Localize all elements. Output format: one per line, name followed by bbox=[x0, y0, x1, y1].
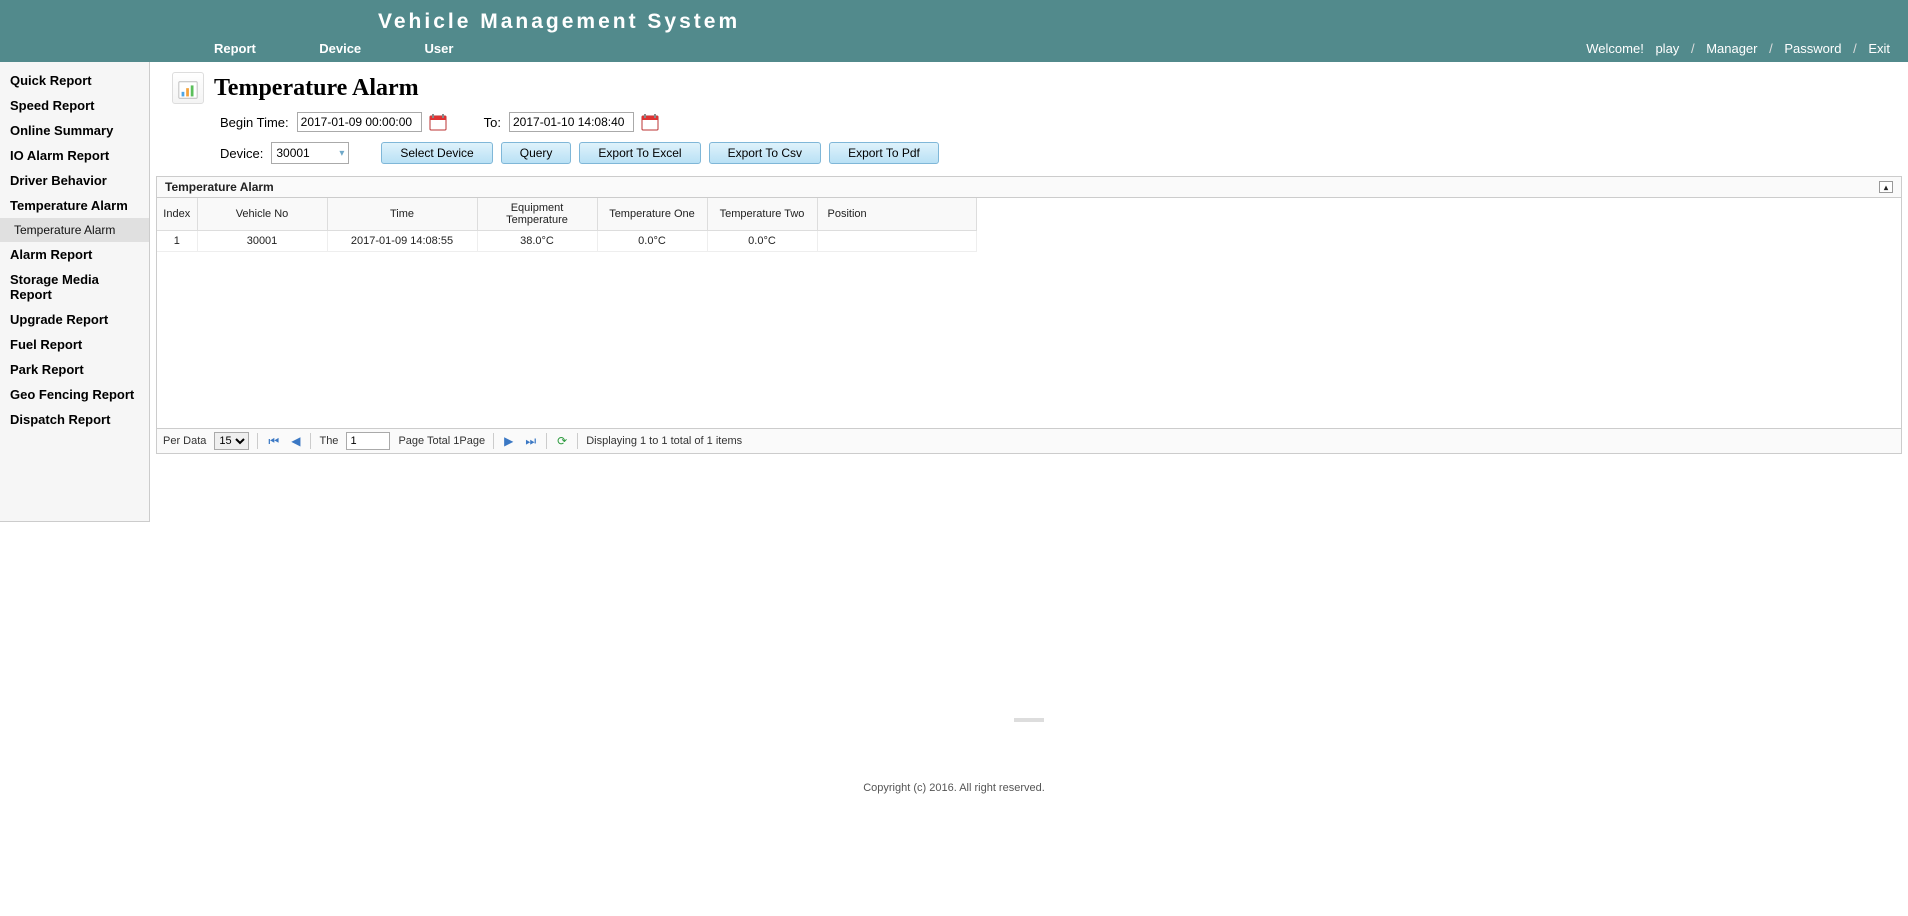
refresh-icon[interactable]: ⟳ bbox=[555, 434, 569, 448]
cell-index: 1 bbox=[157, 231, 197, 252]
sidebar-subitem-temperature-alarm[interactable]: Temperature Alarm bbox=[0, 218, 149, 242]
col-vehicle-no[interactable]: Vehicle No bbox=[197, 198, 327, 231]
first-page-icon[interactable]: ⏮ bbox=[266, 434, 281, 449]
footer: Copyright (c) 2016. All right reserved. bbox=[0, 722, 1908, 794]
divider bbox=[493, 433, 494, 449]
grid-panel: Temperature Alarm ▴ Index Vehicle No Tim… bbox=[156, 176, 1902, 454]
sidebar-item-speed-report[interactable]: Speed Report bbox=[0, 93, 149, 118]
page-title: Temperature Alarm bbox=[214, 75, 419, 102]
welcome-label: Welcome! bbox=[1582, 41, 1648, 56]
begin-time-input[interactable] bbox=[297, 112, 422, 132]
col-time[interactable]: Time bbox=[327, 198, 477, 231]
to-label: To: bbox=[484, 115, 501, 130]
select-device-button[interactable]: Select Device bbox=[381, 142, 492, 164]
cell-eq-temp: 38.0°C bbox=[477, 231, 597, 252]
cell-time: 2017-01-09 14:08:55 bbox=[327, 231, 477, 252]
user-bar: Welcome! play / Manager / Password / Exi… bbox=[1582, 41, 1894, 56]
per-data-select[interactable]: 15 bbox=[214, 432, 249, 450]
app-header: Vehicle Management System Report Device … bbox=[0, 0, 1908, 62]
sidebar-item-temperature-alarm[interactable]: Temperature Alarm bbox=[0, 193, 149, 218]
sidebar-item-alarm-report[interactable]: Alarm Report bbox=[0, 242, 149, 267]
top-nav-user[interactable]: User bbox=[425, 41, 454, 56]
pager: Per Data 15 ⏮ ◀ The Page Total 1Page ▶ ⏭… bbox=[157, 428, 1901, 453]
divider bbox=[577, 433, 578, 449]
divider bbox=[310, 433, 311, 449]
page-total-label: Page Total 1Page bbox=[398, 435, 485, 447]
col-temp-one[interactable]: Temperature One bbox=[597, 198, 707, 231]
sidebar-item-quick-report[interactable]: Quick Report bbox=[0, 68, 149, 93]
sidebar-item-upgrade-report[interactable]: Upgrade Report bbox=[0, 307, 149, 332]
sidebar-item-storage-media-report[interactable]: Storage Media Report bbox=[0, 267, 149, 307]
app-title: Vehicle Management System bbox=[378, 10, 740, 34]
col-temp-two[interactable]: Temperature Two bbox=[707, 198, 817, 231]
separator: / bbox=[1849, 41, 1861, 56]
export-excel-button[interactable]: Export To Excel bbox=[579, 142, 700, 164]
manager-link[interactable]: Manager bbox=[1702, 41, 1761, 56]
top-nav: Report Device User bbox=[214, 41, 513, 56]
device-select[interactable]: 30001 ▾ bbox=[271, 142, 349, 164]
separator: / bbox=[1687, 41, 1699, 56]
cell-position bbox=[817, 231, 977, 252]
report-icon bbox=[172, 72, 204, 104]
device-label: Device: bbox=[220, 146, 263, 161]
next-page-icon[interactable]: ▶ bbox=[502, 434, 515, 448]
grid-title: Temperature Alarm bbox=[165, 180, 274, 194]
calendar-icon[interactable] bbox=[640, 112, 660, 132]
calendar-icon[interactable] bbox=[428, 112, 448, 132]
separator: / bbox=[1765, 41, 1777, 56]
begin-time-label: Begin Time: bbox=[220, 115, 289, 130]
query-button[interactable]: Query bbox=[501, 142, 572, 164]
export-csv-button[interactable]: Export To Csv bbox=[709, 142, 821, 164]
last-page-icon[interactable]: ⏭ bbox=[523, 434, 538, 449]
top-nav-report[interactable]: Report bbox=[214, 41, 256, 56]
sidebar-item-driver-behavior[interactable]: Driver Behavior bbox=[0, 168, 149, 193]
export-pdf-button[interactable]: Export To Pdf bbox=[829, 142, 939, 164]
main-content: Temperature Alarm Begin Time: To: Device… bbox=[150, 62, 1908, 722]
data-table: Index Vehicle No Time Equipment Temperat… bbox=[157, 198, 977, 252]
prev-page-icon[interactable]: ◀ bbox=[289, 434, 302, 448]
sidebar-item-online-summary[interactable]: Online Summary bbox=[0, 118, 149, 143]
the-label: The bbox=[319, 435, 338, 447]
splitter-handle[interactable] bbox=[1014, 718, 1044, 722]
collapse-icon[interactable]: ▴ bbox=[1879, 181, 1893, 193]
divider bbox=[546, 433, 547, 449]
sidebar-item-park-report[interactable]: Park Report bbox=[0, 357, 149, 382]
col-position[interactable]: Position bbox=[817, 198, 977, 231]
cell-t2: 0.0°C bbox=[707, 231, 817, 252]
device-select-value: 30001 bbox=[276, 146, 309, 160]
displaying-label: Displaying 1 to 1 total of 1 items bbox=[586, 435, 742, 447]
to-time-input[interactable] bbox=[509, 112, 634, 132]
username: play bbox=[1651, 41, 1683, 56]
sidebar-item-geo-fencing-report[interactable]: Geo Fencing Report bbox=[0, 382, 149, 407]
password-link[interactable]: Password bbox=[1780, 41, 1845, 56]
chevron-down-icon: ▾ bbox=[339, 148, 344, 159]
cell-t1: 0.0°C bbox=[597, 231, 707, 252]
table-row[interactable]: 1 30001 2017-01-09 14:08:55 38.0°C 0.0°C… bbox=[157, 231, 977, 252]
sidebar-item-fuel-report[interactable]: Fuel Report bbox=[0, 332, 149, 357]
col-index[interactable]: Index bbox=[157, 198, 197, 231]
page-input[interactable] bbox=[346, 432, 390, 450]
per-data-label: Per Data bbox=[163, 435, 206, 447]
cell-vehicle-no: 30001 bbox=[197, 231, 327, 252]
divider bbox=[257, 433, 258, 449]
sidebar-item-io-alarm-report[interactable]: IO Alarm Report bbox=[0, 143, 149, 168]
sidebar-item-dispatch-report[interactable]: Dispatch Report bbox=[0, 407, 149, 432]
table-header-row: Index Vehicle No Time Equipment Temperat… bbox=[157, 198, 977, 231]
sidebar: Quick Report Speed Report Online Summary… bbox=[0, 62, 150, 522]
col-eq-temp[interactable]: Equipment Temperature bbox=[477, 198, 597, 231]
top-nav-device[interactable]: Device bbox=[319, 41, 361, 56]
exit-link[interactable]: Exit bbox=[1864, 41, 1894, 56]
